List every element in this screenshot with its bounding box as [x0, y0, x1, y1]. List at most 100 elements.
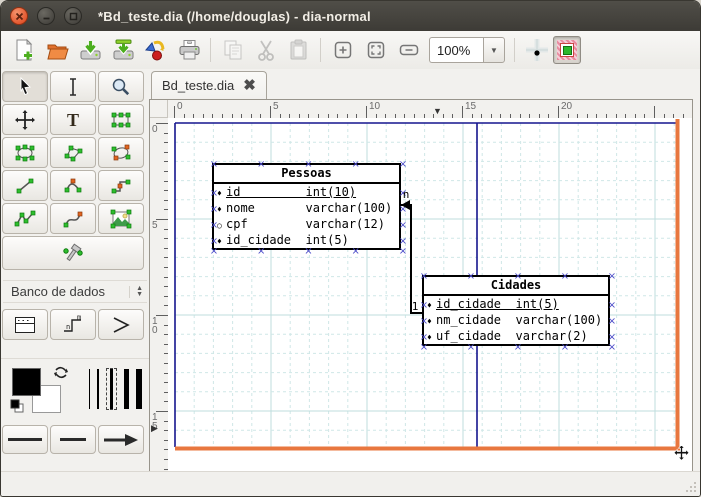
canvas-frame: 05101520▼ 051 01 5▶ Pessoas♦id int(10)♦n… — [149, 99, 693, 474]
default-colors-button[interactable] — [10, 399, 25, 419]
close-icon — [15, 12, 24, 21]
zoom-dropdown-button[interactable]: ▼ — [483, 37, 505, 63]
line-style-button[interactable] — [50, 425, 96, 454]
export-diagram-button[interactable] — [139, 35, 172, 65]
close-button[interactable] — [10, 7, 28, 25]
ruler-label: 15 — [465, 102, 476, 111]
move-icon — [13, 109, 37, 131]
foreground-color-swatch[interactable] — [12, 368, 41, 396]
line-width-selector[interactable] — [89, 367, 142, 411]
swap-colors-button[interactable] — [53, 365, 69, 385]
new-diagram-button[interactable] — [7, 35, 40, 65]
reference-line[interactable]: n1 — [168, 118, 692, 473]
resize-grip[interactable] — [683, 479, 697, 493]
shape-compound[interactable] — [98, 309, 144, 340]
vertical-ruler: 051 01 5▶ — [150, 118, 169, 473]
default-colors-icon — [10, 399, 25, 414]
image-icon — [109, 208, 133, 230]
app-window: *Bd_teste.dia (/home/douglas) - dia-norm… — [0, 0, 701, 497]
snap-to-objects-icon — [557, 40, 577, 60]
sheet-selector[interactable]: Banco de dados ▲▼ — [3, 280, 147, 303]
reference-end-label: 1 — [412, 300, 419, 313]
tab-close-icon[interactable]: ✖ — [243, 79, 256, 93]
ruler-label: 0 — [152, 125, 158, 134]
arrow-line-icon — [103, 433, 139, 447]
copy-button[interactable] — [216, 35, 249, 65]
magnifier-icon — [109, 76, 133, 98]
tool-outline[interactable] — [2, 236, 144, 270]
line-width-4[interactable] — [124, 369, 129, 409]
ruler-label: 10 — [369, 102, 380, 111]
polyline-shape-icon — [13, 208, 37, 230]
zoom-out-button[interactable] — [392, 35, 425, 65]
tool-polyline[interactable] — [2, 203, 48, 234]
db-compound-shape-icon — [108, 313, 134, 337]
print-button[interactable] — [172, 35, 205, 65]
end-arrow-style-button[interactable] — [98, 425, 144, 454]
save-diagram-button[interactable] — [73, 35, 106, 65]
ruler-tick — [174, 106, 175, 118]
zigzagline-shape-icon — [109, 175, 133, 197]
zoom-fit-icon — [365, 39, 387, 61]
ruler-position-marker: ▼ — [433, 107, 442, 116]
minimize-button[interactable] — [37, 7, 55, 25]
ruler-tick — [366, 106, 367, 118]
snap-to-grid-icon — [525, 38, 549, 62]
zoom-in-button[interactable] — [326, 35, 359, 65]
line-style-icon — [60, 438, 86, 441]
tool-image[interactable] — [98, 203, 144, 234]
ruler-label: 0 — [177, 102, 183, 111]
save-as-button[interactable] — [106, 35, 139, 65]
tool-scroll[interactable] — [2, 104, 48, 135]
line-width-selected[interactable] — [106, 368, 117, 410]
tool-bezierline[interactable] — [50, 203, 96, 234]
toolbar-separator — [320, 38, 321, 62]
shape-reference[interactable]: nm — [50, 309, 96, 340]
tool-modify[interactable] — [2, 71, 48, 102]
line-width-5[interactable] — [136, 369, 142, 409]
tool-box[interactable] — [98, 104, 144, 135]
color-line-area — [1, 358, 149, 421]
save-diagram-icon — [78, 38, 102, 62]
tool-polygon[interactable] — [50, 137, 96, 168]
ruler-tick — [462, 106, 463, 118]
tool-ellipse[interactable] — [2, 137, 48, 168]
svg-text:n: n — [66, 323, 70, 331]
zoom-in-icon — [332, 39, 354, 61]
cut-icon — [254, 38, 278, 62]
open-diagram-button[interactable] — [40, 35, 73, 65]
cut-button[interactable] — [249, 35, 282, 65]
snap-to-objects-toggle[interactable] — [553, 36, 581, 64]
diagram-tab[interactable]: Bd_teste.dia ✖ — [151, 71, 267, 99]
tool-beziergon[interactable] — [98, 137, 144, 168]
tool-text-edit[interactable] — [50, 71, 96, 102]
tool-zigzagline[interactable] — [98, 170, 144, 201]
tool-line[interactable] — [2, 170, 48, 201]
spinner-down-icon: ▼ — [136, 292, 143, 298]
new-diagram-icon — [12, 38, 36, 62]
line-width-2[interactable] — [97, 369, 99, 409]
zoom-level-input[interactable]: 100% — [429, 37, 483, 63]
horizontal-ruler: 05101520▼ — [168, 100, 692, 119]
svg-text:T: T — [67, 110, 79, 130]
shape-table[interactable] — [2, 309, 48, 340]
snap-to-grid-toggle[interactable] — [520, 35, 553, 65]
maximize-button[interactable] — [64, 7, 82, 25]
tool-magnify[interactable] — [98, 71, 144, 102]
title-bar: *Bd_teste.dia (/home/douglas) - dia-norm… — [1, 1, 700, 31]
ibeam-icon — [61, 76, 85, 98]
tool-text[interactable]: T — [50, 104, 96, 135]
paste-button[interactable] — [282, 35, 315, 65]
zoom-combo: 100% ▼ — [429, 37, 505, 63]
export-diagram-icon — [144, 38, 168, 62]
tool-arc[interactable] — [50, 170, 96, 201]
canvas-viewport[interactable]: Pessoas♦id int(10)♦nome varchar(100)○cpf… — [168, 118, 692, 473]
sheet-shape-grid: nm — [1, 307, 149, 342]
tool-grid: T — [1, 69, 149, 272]
line-style-buttons — [1, 421, 149, 458]
sheet-spinner[interactable]: ▲▼ — [129, 286, 143, 298]
begin-arrow-style-button[interactable] — [2, 425, 48, 454]
outline-tool-icon — [60, 241, 86, 265]
line-width-1[interactable] — [89, 369, 90, 409]
zoom-fit-button[interactable] — [359, 35, 392, 65]
